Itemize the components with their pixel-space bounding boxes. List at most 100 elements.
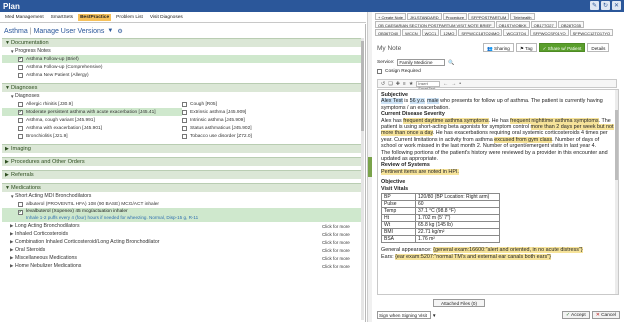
checkbox[interactable]: [182, 109, 187, 115]
list-item[interactable]: Cough [R05]: [182, 100, 362, 108]
tag-button[interactable]: ⚑ Tag: [515, 43, 537, 52]
click-for-more-link[interactable]: Click for more: [322, 232, 350, 237]
medications-header[interactable]: ▼ Medications: [2, 183, 362, 192]
splitter-handle[interactable]: [368, 157, 372, 177]
smartlist-value[interactable]: frequent daytime asthma symptoms: [403, 117, 489, 124]
editor-scrollbar[interactable]: [615, 90, 618, 294]
cosign-checkbox[interactable]: [377, 69, 382, 74]
list-item[interactable]: Asthma with exacerbation [J45.901]: [2, 124, 182, 132]
service-select[interactable]: Family Medicine: [397, 59, 446, 66]
med-group-row[interactable]: ▶ Inhaled Corticosteroids Click for more: [2, 230, 362, 238]
list-item[interactable]: Bronchiolitis [J21.9]: [2, 132, 182, 140]
note-chip[interactable]: OB28TO35: [557, 21, 584, 28]
smartlist-value[interactable]: frequent nighttime asthma symptoms: [510, 117, 599, 124]
smartlist-value[interactable]: {ear exam:5207:"normal TM's and external…: [395, 253, 551, 260]
sign-when-select[interactable]: Sign when Signing Visit: [377, 311, 431, 319]
insert-icon[interactable]: ✚: [396, 81, 400, 87]
note-chip[interactable]: Procedure: [442, 13, 468, 20]
med-group-row[interactable]: ▶ Home Nebulizer Medications Click for mor…: [2, 262, 362, 270]
checkbox[interactable]: [18, 201, 23, 207]
chevron-down-icon[interactable]: ▼: [432, 313, 436, 318]
note-chip[interactable]: OB36TO40: [375, 29, 402, 36]
click-for-more-link[interactable]: Click for more: [322, 224, 350, 229]
note-chip[interactable]: WCCN: [402, 29, 421, 36]
imaging-header[interactable]: ▶ Imaging: [2, 144, 362, 153]
tab-visit-diagnoses[interactable]: Visit Diagnoses: [148, 14, 185, 21]
close-icon[interactable]: ✕: [612, 1, 621, 10]
editor-scroll-thumb[interactable]: [615, 110, 618, 180]
referrals-header[interactable]: ▶ Referrals: [2, 170, 362, 179]
list-item[interactable]: Intrinsic asthma [J45.909]: [182, 116, 362, 124]
tab-med-management[interactable]: Med Management: [3, 14, 46, 21]
med-group-row[interactable]: ▶ Miscellaneous Medications Click for more: [2, 254, 362, 262]
note-chip[interactable]: OB CAESARIAN SECTION POSTPARTUM VISIT NO…: [375, 21, 495, 28]
progress-notes-header[interactable]: ▼ Progress Notes: [2, 47, 362, 55]
arrow-left-icon[interactable]: ←: [443, 81, 448, 87]
diagnoses-header[interactable]: ▼ Diagnoses: [2, 83, 362, 92]
note-chip[interactable]: JKLSTANDARD: [407, 13, 442, 20]
insert-smarttext-input[interactable]: Insert SmartText: [416, 80, 441, 91]
checkbox[interactable]: [18, 125, 23, 131]
list-item[interactable]: Tobacco use disorder [Z72.0]: [182, 132, 362, 140]
left-scrollbar[interactable]: [361, 38, 364, 320]
checkbox[interactable]: [182, 125, 187, 131]
note-editor[interactable]: Subjective Alex Test is 56 y.o. male who…: [377, 89, 619, 295]
left-scroll-thumb[interactable]: [361, 41, 364, 131]
med-group-row[interactable]: ▶ Oral Steroids Click for more: [2, 246, 362, 254]
list-item[interactable]: Allergic rhinitis [J30.9]: [2, 100, 182, 108]
tab-problem-list[interactable]: Problem List: [114, 14, 145, 21]
diagnoses-subheader[interactable]: ▼ Diagnoses: [2, 92, 362, 100]
smartlist-value[interactable]: Pertinent items are noted in HPI.: [381, 168, 459, 175]
note-chip[interactable]: WCC1: [421, 29, 440, 36]
checkbox[interactable]: [182, 101, 187, 107]
documentation-header[interactable]: ▼ Documentation: [2, 38, 362, 47]
selected-medication[interactable]: levalbuterol (Xopenex) 45 mcg/actuation …: [2, 208, 362, 222]
procedures-header[interactable]: ▶ Procedures and Other Orders: [2, 157, 362, 166]
accept-button[interactable]: ✓ Accept: [561, 311, 590, 319]
attached-files-button[interactable]: Attached Files (0): [433, 299, 485, 307]
undo-icon[interactable]: ↺: [381, 81, 385, 87]
med-group-row[interactable]: ▶ Long Acting Bronchodilators Click for mo…: [2, 222, 362, 230]
note-chip[interactable]: SFPPOSTPARTUM: [468, 13, 510, 20]
note-chip[interactable]: OB17TO27: [530, 21, 557, 28]
note-chip[interactable]: SFPWCC18TO24MO: [458, 29, 503, 36]
share-with-patient-button[interactable]: ✓ Share w/ Patient: [538, 43, 586, 52]
tab-bestpractice[interactable]: BestPractice: [78, 14, 112, 21]
list-item[interactable]: Asthma New Patient (Allergy): [2, 71, 362, 79]
med-group-row[interactable]: ▶ Combination Inhaled Corticosteroid/Long…: [2, 238, 362, 246]
copy-icon[interactable]: ❏: [388, 81, 392, 87]
checkbox[interactable]: [18, 64, 23, 70]
checkbox[interactable]: [18, 109, 23, 115]
sharing-button[interactable]: 👥 Sharing: [483, 43, 514, 52]
smartlist-value[interactable]: {general exam:16600:"alert and oriented,…: [433, 247, 583, 254]
note-chip[interactable]: SFPWCC12TO17YO: [569, 29, 614, 36]
note-chip[interactable]: 12MO: [440, 29, 458, 36]
checkbox[interactable]: [18, 101, 23, 107]
list-item[interactable]: Extrinsic asthma [J45.909]: [182, 108, 362, 116]
list-item[interactable]: Moderate persistent asthma with acute ex…: [2, 108, 182, 116]
create-note-button[interactable]: + Create Note: [375, 13, 407, 20]
note-chip[interactable]: Telehealth: [510, 13, 535, 20]
bullet-list-icon[interactable]: ≡: [403, 81, 406, 87]
list-item[interactable]: Asthma Follow-up (Comprehensive): [2, 63, 362, 71]
panel-splitter[interactable]: [367, 12, 372, 322]
details-button[interactable]: Details: [587, 43, 610, 52]
text-icon[interactable]: •: [459, 81, 461, 87]
checkbox[interactable]: [18, 117, 23, 123]
cancel-button[interactable]: ✕ Cancel: [591, 311, 620, 319]
list-item[interactable]: Status asthmaticus [J45.902]: [182, 124, 362, 132]
gear-icon[interactable]: ⚙: [117, 28, 122, 35]
list-item[interactable]: Asthma Follow-up (Brief): [2, 55, 362, 63]
note-chip[interactable]: WCC3TO4: [503, 29, 529, 36]
arrow-right-icon[interactable]: →: [451, 81, 456, 87]
click-for-more-link[interactable]: Click for more: [322, 248, 350, 253]
list-item[interactable]: Asthma, cough variant [J45.991]: [2, 116, 182, 124]
click-for-more-link[interactable]: Click for more: [322, 240, 350, 245]
tab-smartsets[interactable]: SmartSets: [49, 14, 75, 21]
checkbox[interactable]: [18, 209, 23, 215]
click-for-more-link[interactable]: Click for more: [322, 256, 350, 261]
refresh-icon[interactable]: ↻: [601, 1, 610, 10]
note-chip[interactable]: SFPWCCSF01YO: [529, 29, 569, 36]
chevron-down-icon[interactable]: ▼: [107, 28, 113, 34]
checkbox[interactable]: [182, 117, 187, 123]
